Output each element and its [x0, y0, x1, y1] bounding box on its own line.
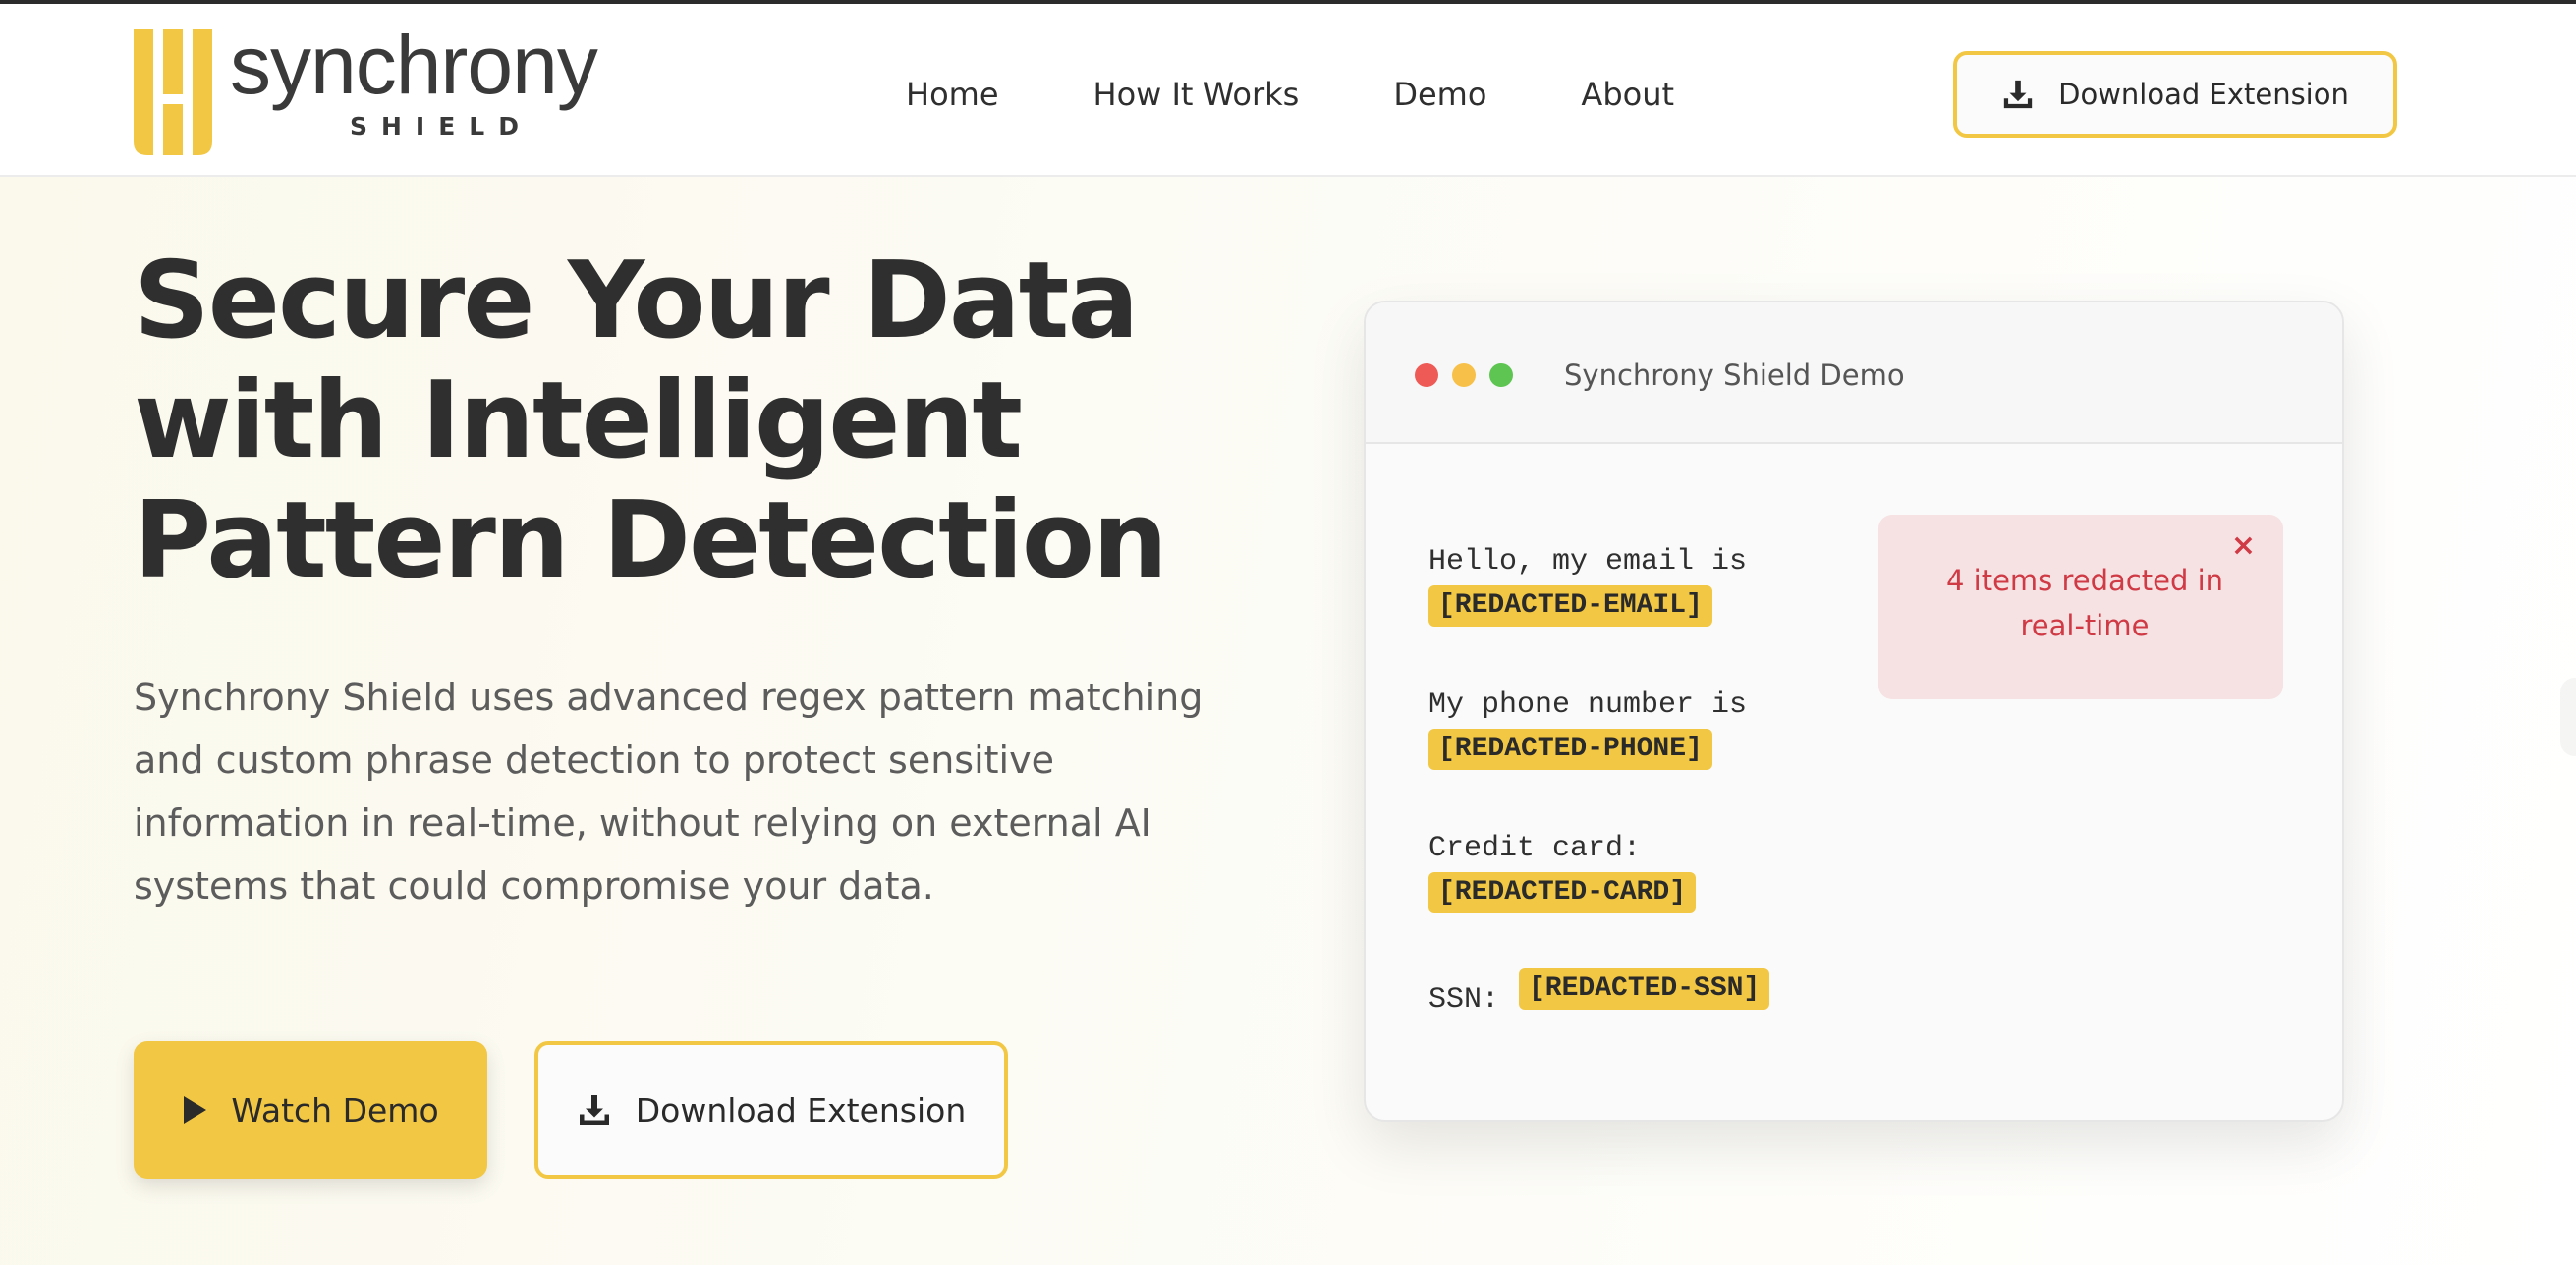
redaction-alert-text: 4 items redacted in real-time	[1945, 564, 2224, 642]
nav-demo[interactable]: Demo	[1393, 73, 1486, 118]
hero-title-line-3: Pattern Detection	[134, 479, 1168, 602]
demo-window-title: Synchrony Shield Demo	[1564, 358, 1905, 392]
download-extension-label: Download Extension	[635, 1090, 967, 1129]
hero-description: Synchrony Shield uses advanced regex pat…	[134, 676, 1204, 908]
redaction-alert: × 4 items redacted in real-time	[1878, 515, 2283, 699]
main-nav: Home How It Works Demo About	[906, 73, 1674, 118]
site-header: synchrony SHIELD Home How It Works Demo …	[0, 4, 2576, 177]
download-icon	[579, 1095, 609, 1125]
demo-line-text: Hello, my email is	[1428, 545, 1748, 578]
watch-demo-button[interactable]: Watch Demo	[134, 1041, 487, 1179]
watch-demo-label: Watch Demo	[231, 1090, 439, 1129]
logo-subtitle: SHIELD	[350, 112, 532, 140]
logo-wordmark: synchrony	[230, 19, 598, 111]
scroll-edge-indicator	[2560, 678, 2576, 756]
logo-mark-icon	[134, 29, 212, 155]
header-download-button[interactable]: Download Extension	[1953, 51, 2397, 138]
hero-title-line-2: with Intelligent	[134, 359, 1023, 482]
demo-line-text: Credit card:	[1428, 832, 1642, 865]
window-maximize-dot-icon	[1489, 363, 1513, 387]
download-extension-button[interactable]: Download Extension	[534, 1041, 1008, 1179]
redacted-tag: [REDACTED-SSN]	[1519, 968, 1770, 1010]
demo-line-text: SSN:	[1428, 983, 1500, 1017]
nav-home[interactable]: Home	[906, 73, 999, 118]
redacted-tag: [REDACTED-CARD]	[1428, 872, 1697, 913]
demo-window-titlebar: Synchrony Shield Demo	[1366, 302, 2342, 444]
download-icon	[2003, 80, 2033, 109]
nav-about[interactable]: About	[1581, 73, 1674, 118]
demo-window: Synchrony Shield Demo Hello, my email is…	[1364, 301, 2344, 1122]
header-download-label: Download Extension	[2058, 78, 2349, 111]
hero-section: Secure Your Data with Intelligent Patter…	[0, 177, 2576, 1265]
redacted-tag: [REDACTED-PHONE]	[1428, 729, 1712, 770]
window-minimize-dot-icon	[1452, 363, 1476, 387]
hero-title-line-1: Secure Your Data	[134, 240, 1139, 362]
demo-line-text: My phone number is	[1428, 688, 1748, 722]
play-icon	[184, 1096, 207, 1124]
nav-how-it-works[interactable]: How It Works	[1093, 73, 1300, 118]
logo[interactable]: synchrony SHIELD	[134, 24, 625, 157]
window-close-dot-icon	[1415, 363, 1438, 387]
hero-title: Secure Your Data with Intelligent Patter…	[134, 242, 1293, 601]
redacted-tag: [REDACTED-EMAIL]	[1428, 585, 1712, 627]
